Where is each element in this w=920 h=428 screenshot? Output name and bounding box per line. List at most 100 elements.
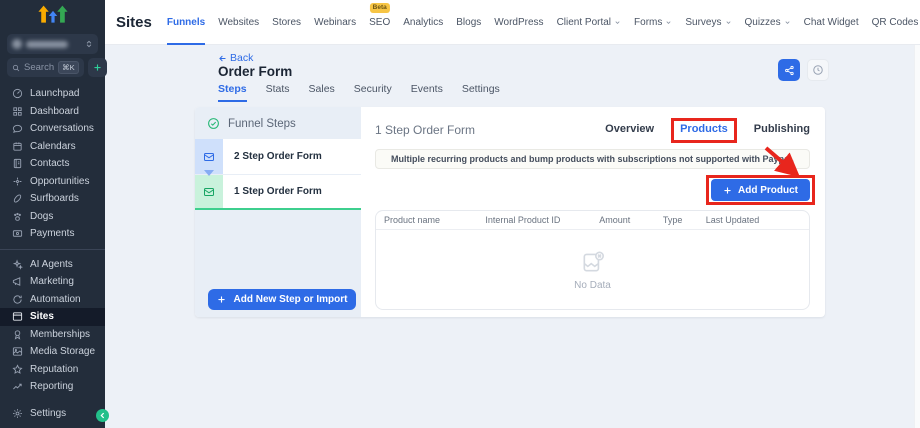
sidebar-item-ai-agents[interactable]: AI Agents [0,256,105,274]
add-product-button[interactable]: Add Product [711,179,810,201]
chevron-down-icon [725,19,732,26]
funnel-step-item[interactable]: 2 Step Order Form [195,139,361,174]
sidebar-item-reputation[interactable]: Reputation [0,361,105,379]
search-icon [12,64,20,72]
sidebar-item-surfboards[interactable]: Surfboards [0,190,105,208]
topnav-item-surveys[interactable]: Surveys [685,0,731,45]
back-link[interactable]: Back [218,52,253,64]
launchpad-icon [12,88,23,99]
sidebar-item-media-storage[interactable]: Media Storage [0,343,105,361]
automation-icon [12,294,23,305]
tab-overview[interactable]: Overview [605,123,654,140]
topnav-item-seo[interactable]: BetaSEO [369,0,390,45]
sidebar-item-label: Settings [30,408,66,419]
sidebar-item-calendars[interactable]: Calendars [0,138,105,156]
add-new-step-button[interactable]: Add New Step or Import [208,289,356,310]
search-input[interactable]: Search ⌘K [7,58,84,77]
funnel-step-item-selected[interactable]: 1 Step Order Form [195,175,361,210]
sidebar-item-label: Sites [30,311,54,322]
version-history-button[interactable] [807,59,829,81]
topnav-item-wordpress[interactable]: WordPress [494,0,543,45]
settings-gear-icon [12,408,23,419]
sidebar-item-label: Media Storage [30,346,95,357]
memberships-icon [12,329,23,340]
chevron-down-icon [784,19,791,26]
sidebar-item-dogs[interactable]: Dogs [0,208,105,226]
app-logo [0,0,105,30]
topnav-item-forms[interactable]: Forms [634,0,672,45]
section-title: Sites [116,14,152,31]
sidebar-collapse-button[interactable] [96,409,109,422]
tab-security[interactable]: Security [354,83,392,102]
search-shortcut-badge: ⌘K [58,61,79,74]
plus-icon [93,63,102,72]
topnav-item-client-portal[interactable]: Client Portal [557,0,621,45]
sidebar-item-label: Dogs [30,211,53,222]
sidebar-item-reporting[interactable]: Reporting [0,378,105,396]
sidebar-item-label: Automation [30,294,81,305]
sidebar-item-label: Launchpad [30,88,80,99]
sidebar-item-marketing[interactable]: Marketing [0,273,105,291]
account-selector[interactable] [7,34,98,54]
topnav-item-blogs[interactable]: Blogs [456,0,481,45]
sidebar-item-automation[interactable]: Automation [0,291,105,309]
sidebar-item-settings[interactable]: Settings [0,405,105,423]
sidebar-item-label: Reputation [30,364,78,375]
account-avatar [12,39,22,49]
sidebar-item-dashboard[interactable]: Dashboard [0,103,105,121]
calendars-icon [12,141,23,152]
beta-badge: Beta [370,3,390,13]
tab-stats[interactable]: Stats [266,83,290,102]
tab-sales[interactable]: Sales [309,83,335,102]
topnav-item-stores[interactable]: Stores [272,0,301,45]
sidebar-divider [0,249,105,250]
chevron-up-down-icon [85,39,93,49]
check-circle-icon [207,117,220,130]
topnav-item-webinars[interactable]: Webinars [314,0,356,45]
plus-icon [217,295,226,304]
sidebar-item-opportunities[interactable]: Opportunities [0,173,105,191]
envelope-icon [195,175,223,208]
sidebar-item-payments[interactable]: Payments [0,225,105,243]
step-detail-panel: 1 Step Order Form Overview Products Publ… [361,107,825,317]
topnav-item-websites[interactable]: Websites [218,0,259,45]
sidebar-item-conversations[interactable]: Conversations [0,120,105,138]
sidebar-item-sites[interactable]: Sites [0,308,105,326]
opportunities-icon [12,176,23,187]
topnav-item-funnels[interactable]: Funnels [167,0,205,45]
topnav-item-qr-codes[interactable]: QR Codes [872,0,919,45]
tab-steps[interactable]: Steps [218,83,247,102]
tab-publishing[interactable]: Publishing [754,123,810,140]
contacts-icon [12,158,23,169]
top-navigation-bar: Sites Funnels Websites Stores Webinars B… [105,0,920,45]
column-last-updated: Last Updated [698,215,809,225]
topnav-item-quizzes[interactable]: Quizzes [745,0,791,45]
chevron-down-icon [614,19,621,26]
clock-icon [812,64,824,76]
column-type: Type [655,215,698,225]
arrow-left-icon [218,54,227,63]
column-internal-product-id: Internal Product ID [477,215,591,225]
funnel-steps-header: Funnel Steps [228,118,296,130]
tab-products[interactable]: Products [680,123,728,142]
sidebar-item-label: Surfboards [30,193,79,204]
topnav-item-analytics[interactable]: Analytics [403,0,443,45]
no-data-label: No Data [574,280,611,291]
sidebar-item-contacts[interactable]: Contacts [0,155,105,173]
highlevel-logo-icon [37,4,69,28]
sidebar-item-launchpad[interactable]: Launchpad [0,85,105,103]
sidebar-item-label: Calendars [30,141,76,152]
tab-events[interactable]: Events [411,83,443,102]
share-button[interactable] [778,59,800,81]
sidebar-item-memberships[interactable]: Memberships [0,326,105,344]
scrollbar-track[interactable] [914,45,920,428]
sidebar-item-label: Conversations [30,123,94,134]
reporting-icon [12,381,23,392]
ai-agents-icon [12,259,23,270]
quick-add-button[interactable] [88,58,107,77]
tab-settings[interactable]: Settings [462,83,500,102]
sidebar-item-label: Dashboard [30,106,79,117]
dashboard-icon [12,106,23,117]
topnav-item-chat-widget[interactable]: Chat Widget [804,0,859,45]
media-storage-icon [12,346,23,357]
